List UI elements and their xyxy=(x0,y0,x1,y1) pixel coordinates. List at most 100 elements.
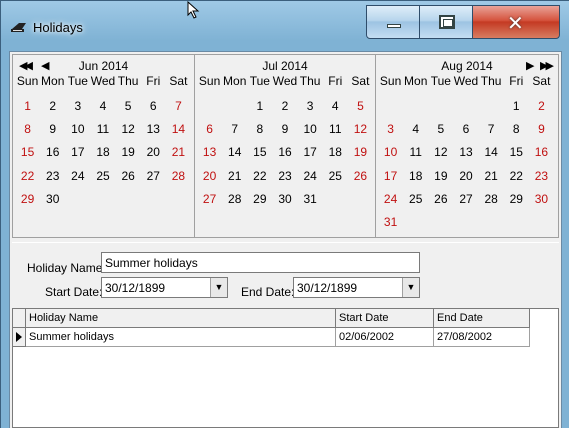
calendar-day[interactable]: 28 xyxy=(166,165,191,188)
chevron-down-icon[interactable]: ▼ xyxy=(402,278,419,297)
calendar-day[interactable]: 17 xyxy=(378,165,403,188)
calendar-day[interactable]: 30 xyxy=(272,188,297,211)
calendar-day[interactable]: 6 xyxy=(197,118,222,141)
calendar-day[interactable]: 27 xyxy=(453,188,478,211)
minimize-button[interactable] xyxy=(366,5,420,39)
right-arrow-icon[interactable]: ▶ xyxy=(526,59,535,72)
calendar-day[interactable]: 3 xyxy=(298,95,323,118)
calendar-day[interactable]: 6 xyxy=(141,95,166,118)
calendar-day[interactable]: 16 xyxy=(40,141,65,164)
calendar-day[interactable]: 24 xyxy=(378,188,403,211)
calendar-day[interactable]: 27 xyxy=(141,165,166,188)
column-header-end-date[interactable]: End Date xyxy=(434,309,530,328)
calendar-day[interactable]: 10 xyxy=(65,118,90,141)
calendar-day[interactable]: 11 xyxy=(90,118,115,141)
calendar-day[interactable]: 11 xyxy=(323,118,348,141)
calendar-day[interactable]: 8 xyxy=(247,118,272,141)
calendar-day[interactable]: 26 xyxy=(428,188,453,211)
holiday-name-input[interactable] xyxy=(101,252,420,273)
calendar-day[interactable]: 10 xyxy=(298,118,323,141)
calendar-day[interactable]: 14 xyxy=(222,141,247,164)
calendar-day[interactable]: 9 xyxy=(40,118,65,141)
calendar-day[interactable]: 2 xyxy=(272,95,297,118)
column-header-holiday-name[interactable]: Holiday Name xyxy=(26,309,336,328)
calendar-day[interactable]: 13 xyxy=(141,118,166,141)
calendar-day[interactable]: 31 xyxy=(378,211,403,234)
table-cell-end-date[interactable]: 27/08/2002 xyxy=(434,328,530,347)
calendar-day[interactable]: 22 xyxy=(504,165,529,188)
calendar-day[interactable]: 24 xyxy=(298,165,323,188)
calendar-day[interactable]: 6 xyxy=(453,118,478,141)
calendar-day[interactable]: 5 xyxy=(428,118,453,141)
calendar-day[interactable]: 29 xyxy=(15,188,40,211)
chevron-down-icon[interactable]: ▼ xyxy=(210,278,227,297)
calendar-day[interactable]: 1 xyxy=(247,95,272,118)
close-button[interactable]: ✕ xyxy=(472,5,560,39)
calendar-day[interactable]: 7 xyxy=(222,118,247,141)
calendar-day[interactable]: 4 xyxy=(323,95,348,118)
calendar-day[interactable]: 21 xyxy=(222,165,247,188)
calendar-day[interactable]: 25 xyxy=(323,165,348,188)
calendar-day[interactable]: 20 xyxy=(453,165,478,188)
calendar-day[interactable]: 22 xyxy=(247,165,272,188)
calendar-day[interactable]: 19 xyxy=(428,165,453,188)
calendar-day[interactable]: 5 xyxy=(116,95,141,118)
table-cell-holiday-name[interactable]: Summer holidays xyxy=(26,328,336,347)
column-header-start-date[interactable]: Start Date xyxy=(336,309,434,328)
calendar-day[interactable]: 29 xyxy=(247,188,272,211)
calendar-day[interactable]: 4 xyxy=(403,118,428,141)
calendar-day[interactable]: 26 xyxy=(116,165,141,188)
calendar-day[interactable]: 15 xyxy=(15,141,40,164)
calendar-day[interactable]: 18 xyxy=(323,141,348,164)
calendar-day[interactable]: 16 xyxy=(529,141,554,164)
calendar-day[interactable]: 9 xyxy=(272,118,297,141)
calendar-day[interactable]: 10 xyxy=(378,141,403,164)
calendar-day[interactable]: 15 xyxy=(247,141,272,164)
calendar-day[interactable]: 26 xyxy=(348,165,373,188)
calendar-day[interactable]: 18 xyxy=(90,141,115,164)
calendar-day[interactable]: 30 xyxy=(529,188,554,211)
calendar-day[interactable]: 3 xyxy=(65,95,90,118)
calendar-day[interactable]: 19 xyxy=(348,141,373,164)
calendar-day[interactable]: 8 xyxy=(15,118,40,141)
calendar-day[interactable]: 28 xyxy=(479,188,504,211)
calendar-day[interactable]: 5 xyxy=(348,95,373,118)
calendar-day[interactable]: 30 xyxy=(40,188,65,211)
title-bar[interactable]: Holidays ✕ xyxy=(1,1,569,51)
calendar-day[interactable]: 25 xyxy=(403,188,428,211)
calendar-day[interactable]: 23 xyxy=(529,165,554,188)
calendar-day[interactable]: 13 xyxy=(453,141,478,164)
calendar-day[interactable]: 1 xyxy=(15,95,40,118)
calendar-day[interactable]: 14 xyxy=(479,141,504,164)
calendar-day[interactable]: 29 xyxy=(504,188,529,211)
end-date-picker[interactable]: 30/12/1899 ▼ xyxy=(293,277,420,298)
calendar-day[interactable]: 16 xyxy=(272,141,297,164)
calendar-day[interactable]: 4 xyxy=(90,95,115,118)
calendar-day[interactable]: 14 xyxy=(166,118,191,141)
table-cell-start-date[interactable]: 02/06/2002 xyxy=(336,328,434,347)
calendar-day[interactable]: 8 xyxy=(504,118,529,141)
calendar-day[interactable]: 19 xyxy=(116,141,141,164)
calendar-day[interactable]: 11 xyxy=(403,141,428,164)
calendar-day[interactable]: 9 xyxy=(529,118,554,141)
holidays-table[interactable]: Holiday Name Start Date End Date Summer … xyxy=(12,308,559,428)
calendar-day[interactable]: 31 xyxy=(298,188,323,211)
calendar-day[interactable]: 21 xyxy=(166,141,191,164)
calendar-day[interactable]: 20 xyxy=(197,165,222,188)
calendar-day[interactable]: 25 xyxy=(90,165,115,188)
double-right-arrow-icon[interactable]: ▶▶ xyxy=(540,59,554,72)
calendar-day[interactable]: 20 xyxy=(141,141,166,164)
calendar-day[interactable]: 15 xyxy=(504,141,529,164)
calendar-day[interactable]: 12 xyxy=(428,141,453,164)
maximize-button[interactable] xyxy=(419,5,473,39)
calendar-day[interactable]: 2 xyxy=(529,95,554,118)
calendar-day[interactable]: 12 xyxy=(116,118,141,141)
calendar-day[interactable]: 22 xyxy=(15,165,40,188)
calendar-day[interactable]: 21 xyxy=(479,165,504,188)
calendar-day[interactable]: 17 xyxy=(65,141,90,164)
calendar-day[interactable]: 2 xyxy=(40,95,65,118)
calendar-day[interactable]: 7 xyxy=(166,95,191,118)
calendar-day[interactable]: 3 xyxy=(378,118,403,141)
calendar-day[interactable]: 13 xyxy=(197,141,222,164)
calendar-day[interactable]: 17 xyxy=(298,141,323,164)
